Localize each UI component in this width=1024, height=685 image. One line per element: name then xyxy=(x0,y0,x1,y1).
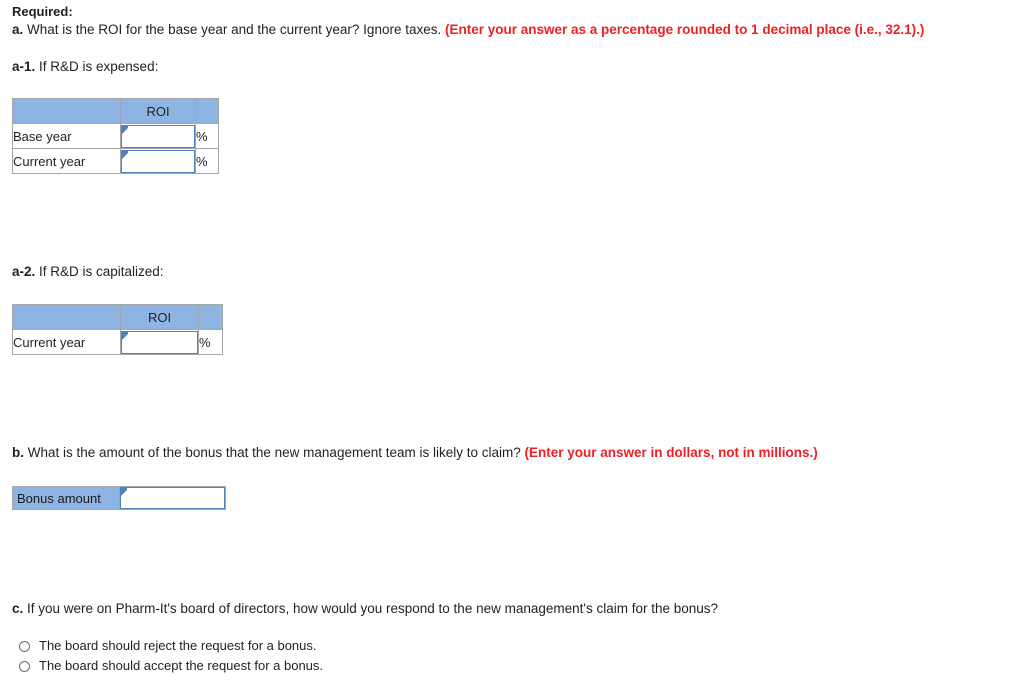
question-a-prefix: a. xyxy=(12,22,24,37)
question-c: c. If you were on Pharm-It's board of di… xyxy=(12,601,718,617)
table-header-row: ROI xyxy=(12,98,219,124)
option-accept-label: The board should accept the request for … xyxy=(39,658,324,673)
option-accept-bonus[interactable]: The board should accept the request for … xyxy=(19,658,323,674)
roi-cap-current-year-input[interactable] xyxy=(129,331,194,351)
table-row: Current year % xyxy=(12,329,223,355)
cell-flag-icon xyxy=(122,150,128,159)
question-a-hint: (Enter your answer as a percentage round… xyxy=(444,22,925,37)
question-c-prefix: c. xyxy=(12,601,24,616)
roi-table-expensed: ROI Base year % Current year % xyxy=(12,98,219,174)
question-c-text: If you were on Pharm-It's board of direc… xyxy=(23,601,719,616)
bonus-amount-label: Bonus amount xyxy=(13,487,120,509)
roi-base-year-cell[interactable] xyxy=(120,123,196,149)
required-label: Required: xyxy=(12,4,73,19)
question-b-hint: (Enter your answer in dollars, not in mi… xyxy=(524,445,818,460)
bonus-amount-box[interactable] xyxy=(120,487,225,509)
label-a2-prefix: a-2. xyxy=(12,264,36,279)
option-reject-label: The board should reject the request for … xyxy=(39,638,317,653)
roi-base-year-unit: % xyxy=(195,123,219,149)
roi-cap-current-year-unit: % xyxy=(198,329,223,355)
roi-table-capitalized: ROI Current year % xyxy=(12,304,223,355)
roi-current-year-box[interactable] xyxy=(121,149,195,173)
row-label-base-year: Base year xyxy=(12,123,121,149)
roi-cap-current-year-box[interactable] xyxy=(121,330,198,354)
roi-base-year-box[interactable] xyxy=(121,124,195,148)
table-row: Base year % xyxy=(12,123,219,149)
roi-cap-current-year-cell[interactable] xyxy=(120,329,199,355)
table-header-blank-left xyxy=(12,98,121,124)
label-a1-prefix: a-1. xyxy=(12,59,36,74)
question-b: b. What is the amount of the bonus that … xyxy=(12,445,818,461)
question-a: a. What is the ROI for the base year and… xyxy=(12,22,924,38)
label-a2: a-2. If R&D is capitalized: xyxy=(12,264,164,280)
radio-button-icon[interactable] xyxy=(19,640,30,652)
roi-base-year-input[interactable] xyxy=(129,125,191,145)
question-a-text: What is the ROI for the base year and th… xyxy=(23,22,445,37)
table-header-row: ROI xyxy=(12,304,223,330)
roi-current-year-unit: % xyxy=(195,148,219,174)
question-b-text: What is the amount of the bonus that the… xyxy=(24,445,525,460)
row-label-current-year: Current year xyxy=(12,329,121,355)
bonus-amount-input[interactable] xyxy=(128,488,221,507)
cell-flag-icon xyxy=(122,331,128,340)
table-header-blank-right xyxy=(198,304,223,330)
label-a1: a-1. If R&D is expensed: xyxy=(12,59,158,75)
bonus-amount-field: Bonus amount xyxy=(12,486,226,510)
radio-button-icon[interactable] xyxy=(19,660,30,672)
roi-current-year-input[interactable] xyxy=(129,150,191,170)
roi-current-year-cell[interactable] xyxy=(120,148,196,174)
bonus-amount-input-cell[interactable] xyxy=(120,487,225,509)
question-b-prefix: b. xyxy=(12,445,24,460)
label-a1-text: If R&D is expensed: xyxy=(35,59,159,74)
table-header-roi: ROI xyxy=(120,98,196,124)
label-a2-text: If R&D is capitalized: xyxy=(35,264,164,279)
cell-flag-icon xyxy=(122,125,128,134)
table-row: Current year % xyxy=(12,148,219,174)
cell-flag-icon xyxy=(121,488,127,496)
row-label-current-year: Current year xyxy=(12,148,121,174)
table-header-blank-right xyxy=(195,98,219,124)
option-reject-bonus[interactable]: The board should reject the request for … xyxy=(19,638,317,654)
table-header-roi: ROI xyxy=(120,304,199,330)
table-header-blank-left xyxy=(12,304,121,330)
